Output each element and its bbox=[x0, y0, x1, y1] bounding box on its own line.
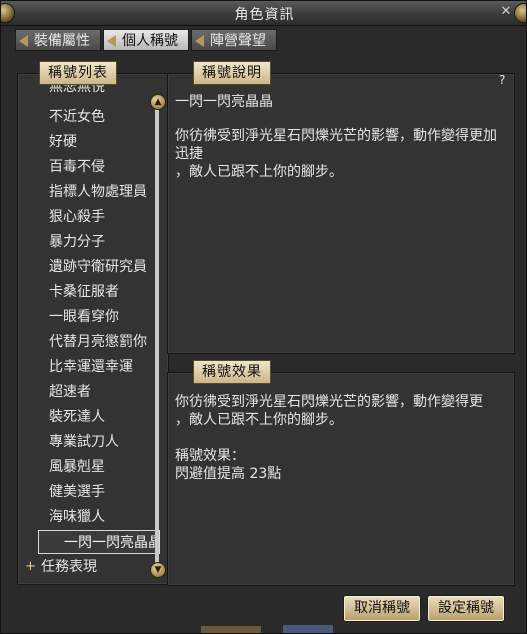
tab-label: 個人稱號 bbox=[122, 33, 178, 49]
help-icon[interactable]: ? bbox=[499, 73, 505, 87]
title-effect-label: 稱號效果： bbox=[175, 448, 245, 464]
title-name-text: 一閃一閃亮晶晶 bbox=[175, 94, 273, 110]
list-group-quest-performance[interactable]: + 任務表現 bbox=[21, 555, 161, 579]
list-item[interactable]: 狠心殺手 bbox=[21, 205, 161, 229]
list-item[interactable]: 代替月亮懲罰你 bbox=[21, 330, 161, 354]
list-item[interactable]: 暴力分子 bbox=[21, 230, 161, 254]
tab-equipment-attributes[interactable]: 裝備屬性 bbox=[15, 29, 101, 51]
tab-label: 裝備屬性 bbox=[34, 33, 90, 49]
list-item[interactable]: 比幸運還幸運 bbox=[21, 355, 161, 379]
tab-personal-title[interactable]: 個人稱號 bbox=[103, 29, 189, 51]
close-icon[interactable]: ✕ bbox=[498, 4, 514, 20]
scroll-down-arrow-icon[interactable]: ▼ bbox=[150, 562, 166, 578]
scrollbar-track[interactable] bbox=[155, 101, 159, 567]
list-item[interactable]: 好硬 bbox=[21, 130, 161, 154]
list-item[interactable]: 遺跡守衛研究員 bbox=[21, 255, 161, 279]
list-item[interactable]: 專業試刀人 bbox=[21, 430, 161, 454]
list-item[interactable]: 百毒不侵 bbox=[21, 155, 161, 179]
title-description-text: 你彷彿受到淨光星石閃爍光芒的影響，動作變得更加迅捷 ，敵人已跟不上你的腳步。 bbox=[175, 128, 497, 180]
list-item[interactable]: 健美選手 bbox=[21, 480, 161, 504]
title-effect-header: 稱號效果 bbox=[193, 360, 271, 384]
list-item[interactable]: 卡桑征服者 bbox=[21, 280, 161, 304]
list-item[interactable]: 超速者 bbox=[21, 380, 161, 404]
list-item[interactable]: 風暴剋星 bbox=[21, 455, 161, 479]
title-description-header: 稱號說明 bbox=[193, 61, 271, 85]
window-title: 角色資訊 bbox=[234, 7, 295, 23]
tab-label: 陣營聲望 bbox=[210, 33, 266, 49]
tab-arrow-icon bbox=[19, 35, 28, 47]
set-title-button[interactable]: 設定稱號 bbox=[427, 595, 505, 622]
list-group-label: 任務表現 bbox=[41, 559, 97, 575]
list-item[interactable]: 無悲無悦 bbox=[21, 83, 161, 99]
character-info-window: 角色資訊 ✕ 裝備屬性 個人稱號 陣營聲望 稱號列表 無悲無悦 不近女色 好硬 … bbox=[0, 0, 527, 634]
title-effect-value: 閃避值提高 23點 bbox=[175, 466, 282, 482]
bottom-decoration bbox=[283, 625, 333, 633]
tab-arrow-icon bbox=[195, 35, 204, 47]
title-list-header: 稱號列表 bbox=[39, 61, 117, 85]
list-item-selected[interactable]: 一閃一閃亮晶晶 bbox=[38, 530, 160, 554]
list-item[interactable]: 裝死達人 bbox=[21, 405, 161, 429]
expand-plus-icon[interactable]: + bbox=[25, 555, 36, 579]
bottom-decoration bbox=[201, 626, 261, 633]
title-description-panel bbox=[167, 73, 515, 354]
cancel-title-button[interactable]: 取消稱號 bbox=[343, 595, 421, 622]
title-effect-description: 你彷彿受到淨光星石閃爍光芒的影響，動作變得更 ，敵人已跟不上你的腳步。 bbox=[175, 394, 483, 428]
tab-faction-reputation[interactable]: 陣營聲望 bbox=[191, 29, 277, 51]
title-list[interactable]: 無悲無悦 不近女色 好硬 百毒不侵 指標人物處理員 狠心殺手 暴力分子 遺跡守衛… bbox=[21, 83, 161, 581]
scroll-up-arrow-icon[interactable]: ▲ bbox=[150, 94, 166, 110]
list-item[interactable]: 指標人物處理員 bbox=[21, 180, 161, 204]
list-item[interactable]: 一眼看穿你 bbox=[21, 305, 161, 329]
list-item[interactable]: 不近女色 bbox=[21, 105, 161, 129]
tab-arrow-icon bbox=[107, 35, 116, 47]
title-bar[interactable]: 角色資訊 ✕ bbox=[1, 1, 526, 26]
corner-ornament-icon bbox=[514, 3, 526, 23]
list-item[interactable]: 海味獵人 bbox=[21, 505, 161, 529]
